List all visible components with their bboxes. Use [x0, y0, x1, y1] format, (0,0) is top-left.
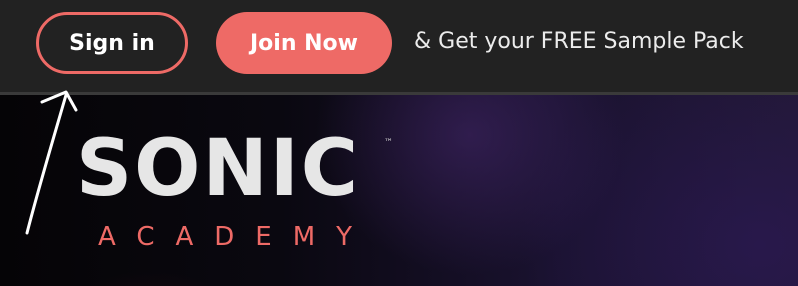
hand-drawn-arrow-icon — [25, 90, 78, 235]
